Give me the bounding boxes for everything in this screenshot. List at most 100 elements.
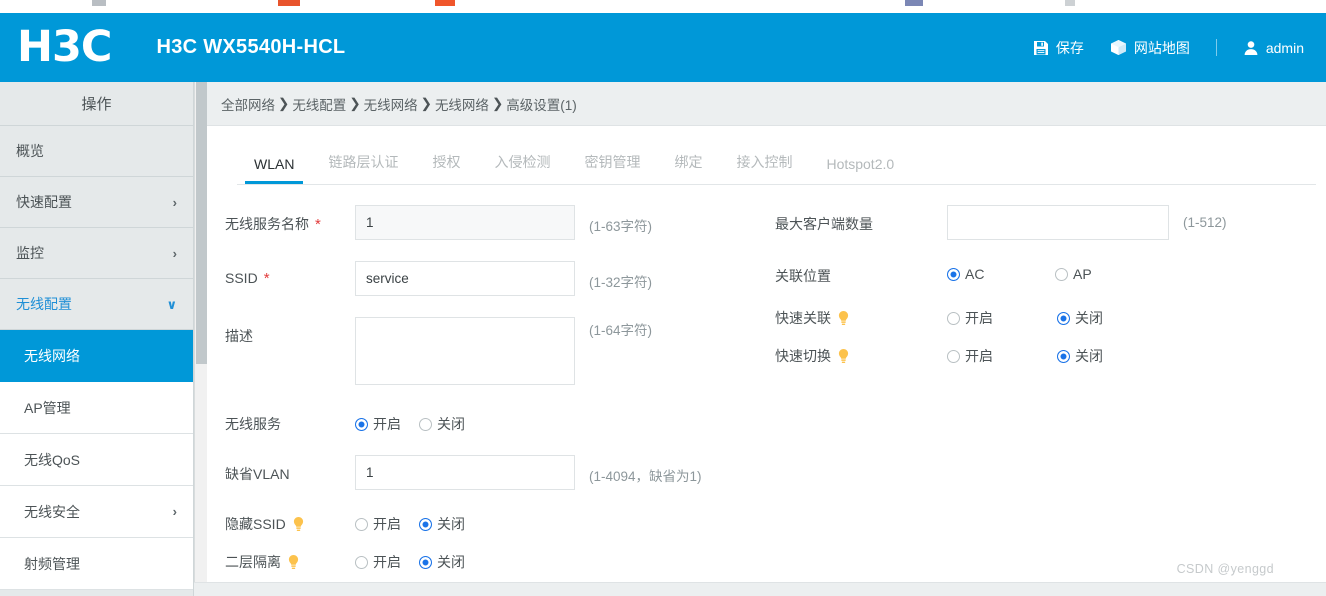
save-label: 保存: [1055, 39, 1084, 56]
radio-assoc-location-ac[interactable]: AC: [947, 266, 1055, 282]
sidebar-item-overview[interactable]: 概览: [0, 126, 193, 177]
radio-wireless-service-off[interactable]: 关闭: [419, 414, 465, 434]
radio-assoc-location-ap[interactable]: AP: [1055, 266, 1092, 282]
radio-hide-ssid-on[interactable]: 开启: [355, 514, 401, 534]
ssid-input[interactable]: [355, 261, 575, 296]
chevron-right-icon: ›: [172, 504, 177, 519]
max-clients-label: 最大客户端数量: [775, 216, 873, 232]
default-vlan-hint: (1-4094，缺省为1): [589, 469, 702, 484]
lightbulb-icon[interactable]: [837, 310, 850, 327]
tab-authorization[interactable]: 授权: [415, 152, 477, 184]
field-label: 无线服务名称 *: [207, 205, 355, 234]
tab-intrusion-detection[interactable]: 入侵检测: [477, 152, 567, 184]
field-label: 缺省VLAN: [207, 455, 355, 484]
radio-label: 关闭: [1075, 348, 1103, 364]
tab-binding[interactable]: 绑定: [657, 152, 719, 184]
tab-hotspot20[interactable]: Hotspot2.0: [809, 156, 911, 184]
tab-bar: WLAN 链路层认证 授权 入侵检测 密钥管理 绑定 接入控制 Hotspot2…: [207, 126, 1326, 184]
radio-label: 关闭: [437, 416, 465, 432]
sidebar-subitem-label: 无线安全: [24, 503, 80, 520]
sidebar-item-ap-management[interactable]: AP管理: [0, 382, 193, 434]
radio-layer2-isolation-off[interactable]: 关闭: [419, 552, 465, 572]
radio-label: 开启: [965, 310, 993, 326]
browser-chrome-remnant: [0, 0, 1326, 13]
radio-dot: [355, 417, 368, 431]
radio-dot: [947, 267, 960, 281]
field-label: 快速切换: [767, 341, 947, 366]
description-textarea[interactable]: [355, 317, 575, 385]
breadcrumb-item-3[interactable]: 无线网络: [435, 94, 489, 114]
service-name-input[interactable]: [355, 205, 575, 240]
radio-dot: [1057, 311, 1070, 325]
field-layer2-isolation: 二层隔离 开启 关闭: [207, 547, 767, 577]
form-column-right: 最大客户端数量 (1-512) 关联位置 AC AP 快速关联 开启 关闭 快速…: [767, 205, 1326, 379]
radio-dot: [419, 517, 432, 531]
radio-fast-roam-off[interactable]: 关闭: [1057, 346, 1103, 366]
radio-fast-roam-on[interactable]: 开启: [947, 346, 1057, 366]
radio-dot: [1055, 267, 1068, 281]
application-window: H3C H3C WX5540H-HCL 保存 网站地图 admin 操作 概览 …: [0, 0, 1326, 596]
sidebar-subitem-label: 无线QoS: [24, 451, 81, 468]
sidebar-subitem-label: 射频管理: [24, 555, 80, 572]
radio-label: 开启: [373, 416, 401, 432]
main-content: 全部网络 ❯ 无线配置 ❯ 无线网络 ❯ 无线网络 ❯ 高级设置(1) WLAN…: [207, 82, 1326, 596]
page-scrollbar[interactable]: [194, 82, 207, 596]
breadcrumb-item-1[interactable]: 无线配置: [292, 94, 346, 114]
user-menu[interactable]: admin: [1243, 40, 1304, 56]
chevron-right-icon: ›: [172, 194, 177, 210]
sidebar-item-wireless-config[interactable]: 无线配置 ∨: [0, 279, 193, 330]
max-clients-input[interactable]: [947, 205, 1169, 240]
lightbulb-icon[interactable]: [292, 516, 305, 533]
tab-link-layer-auth[interactable]: 链路层认证: [311, 152, 415, 184]
max-clients-hint: (1-512): [1183, 215, 1227, 230]
sidebar-item-monitor[interactable]: 监控 ›: [0, 228, 193, 279]
sidebar-item-radio-management[interactable]: 射频管理: [0, 538, 193, 590]
sidebar-item-wireless-security[interactable]: 无线安全 ›: [0, 486, 193, 538]
header-divider: [1215, 39, 1217, 56]
app-header: H3C H3C WX5540H-HCL 保存 网站地图 admin: [0, 13, 1326, 82]
radio-label: 关闭: [437, 516, 465, 532]
remnant-tab-5: [1065, 0, 1075, 6]
tab-wlan[interactable]: WLAN: [237, 156, 311, 184]
breadcrumb-item-2[interactable]: 无线网络: [364, 94, 418, 114]
sidebar-navigation: 操作 概览 快速配置 › 监控 › 无线配置 ∨ 无线网络 AP管理 无线QoS…: [0, 82, 194, 596]
sidebar-item-wireless-qos[interactable]: 无线QoS: [0, 434, 193, 486]
radio-dot: [1057, 349, 1070, 363]
ssid-hint: (1-32字符): [589, 275, 653, 290]
breadcrumb-separator: ❯: [491, 95, 504, 111]
form-column-left: 无线服务名称 * (1-63字符) SSID * (1-32字符): [207, 205, 767, 596]
header-toolbar: 保存 网站地图 admin: [1007, 38, 1304, 58]
sidebar-item-wireless-network[interactable]: 无线网络: [0, 330, 193, 382]
default-vlan-input[interactable]: [355, 455, 575, 490]
floppy-disk-icon: [1033, 40, 1049, 56]
ssid-label: SSID: [225, 270, 258, 286]
service-name-label: 无线服务名称: [225, 216, 309, 232]
tab-access-control[interactable]: 接入控制: [719, 152, 809, 184]
radio-wireless-service-on[interactable]: 开启: [355, 414, 401, 434]
lightbulb-icon[interactable]: [287, 554, 300, 571]
breadcrumb-item-0[interactable]: 全部网络: [221, 94, 275, 114]
wlan-settings-form: 无线服务名称 * (1-63字符) SSID * (1-32字符): [207, 185, 1326, 596]
field-ssid: SSID * (1-32字符): [207, 261, 767, 297]
layer2-isolation-radio-group: 开启 关闭: [355, 547, 465, 572]
service-name-hint: (1-63字符): [589, 219, 653, 234]
sidebar-item-quick-config[interactable]: 快速配置 ›: [0, 177, 193, 228]
hide-ssid-radio-group: 开启 关闭: [355, 509, 465, 534]
breadcrumb: 全部网络 ❯ 无线配置 ❯ 无线网络 ❯ 无线网络 ❯ 高级设置(1): [207, 82, 1326, 126]
tab-key-management[interactable]: 密钥管理: [567, 152, 657, 184]
sidebar-item-label: 监控: [16, 245, 44, 261]
radio-fast-assoc-off[interactable]: 关闭: [1057, 308, 1103, 328]
radio-layer2-isolation-on[interactable]: 开启: [355, 552, 401, 572]
assoc-location-radio-group: AC AP: [947, 261, 1092, 282]
sitemap-button[interactable]: 网站地图: [1110, 38, 1190, 58]
field-label: 无线服务: [207, 405, 355, 434]
save-button[interactable]: 保存: [1033, 38, 1084, 58]
scrollbar-thumb[interactable]: [196, 82, 207, 364]
hide-ssid-label: 隐藏SSID: [225, 516, 286, 532]
field-label: 快速关联: [767, 303, 947, 328]
fast-assoc-label: 快速关联: [775, 310, 831, 326]
radio-fast-assoc-on[interactable]: 开启: [947, 308, 1057, 328]
radio-hide-ssid-off[interactable]: 关闭: [419, 514, 465, 534]
lightbulb-icon[interactable]: [837, 348, 850, 365]
field-default-vlan: 缺省VLAN (1-4094，缺省为1): [207, 455, 767, 491]
